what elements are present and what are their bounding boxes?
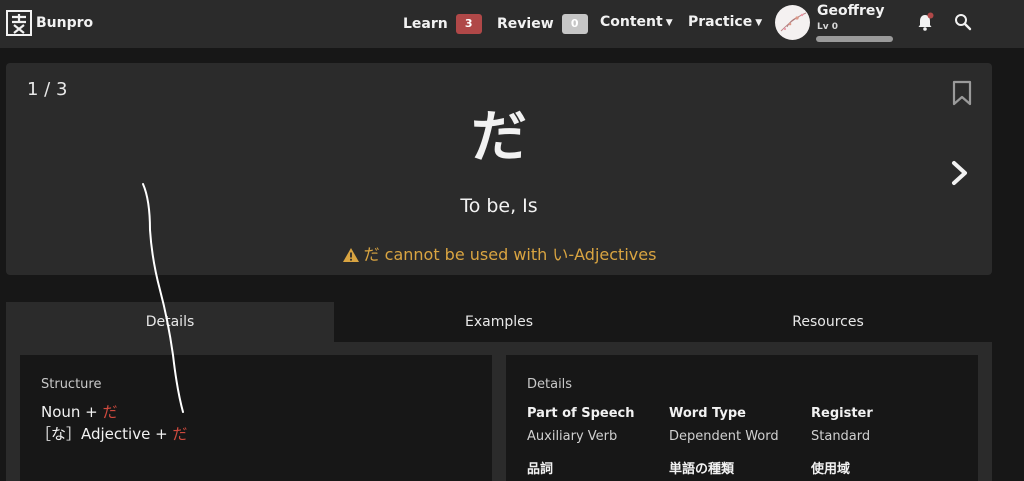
nav-review[interactable]: Review 0: [497, 14, 588, 34]
structure-line-1-text: Noun +: [41, 403, 103, 421]
avatar-image: [780, 12, 807, 32]
xp-progress-bar: [816, 36, 893, 42]
nav-learn-label: Learn: [403, 16, 448, 32]
user-name[interactable]: Geoffrey: [817, 3, 884, 19]
register-value: Standard: [811, 429, 871, 444]
nav-practice-dropdown[interactable]: Practice ▼: [688, 14, 762, 30]
structure-line-2: ［な］Adjective + だ: [36, 423, 187, 444]
details-heading: Details: [527, 377, 573, 392]
part-of-speech-value: Auxiliary Verb: [527, 429, 618, 444]
top-nav: Bunpro Learn 3 Review 0 Content ▼ Practice ▼…: [0, 0, 1024, 48]
bell-icon[interactable]: [915, 12, 935, 32]
review-counter: 1 / 3: [27, 79, 68, 100]
structure-line-2-text: ［な］Adjective +: [36, 425, 173, 443]
user-level: Lv 0: [817, 22, 838, 32]
warning-icon: [342, 248, 359, 262]
details-card: Details Part of Speech Auxiliary Verb 品詞…: [506, 355, 978, 481]
structure-line-2-highlight: だ: [172, 425, 188, 443]
review-count-badge: 0: [561, 14, 588, 34]
word-type-value: Dependent Word: [669, 429, 779, 444]
bunpro-logo-icon[interactable]: [6, 10, 32, 36]
avatar[interactable]: [775, 5, 810, 40]
tab-resources[interactable]: Resources: [664, 302, 992, 343]
learn-count-badge: 3: [455, 14, 482, 34]
register-label-jp: 使用域: [811, 462, 851, 477]
caret-down-icon: ▼: [755, 18, 763, 28]
grammar-point-title: だ: [471, 105, 527, 170]
nav-learn[interactable]: Learn 3: [403, 14, 482, 34]
structure-card: Structure Noun + だ ［な］Adjective + だ: [20, 355, 492, 481]
structure-heading: Structure: [41, 377, 102, 392]
search-icon[interactable]: [953, 12, 973, 32]
word-type-label: Word Type: [669, 406, 746, 421]
nav-practice-label: Practice: [688, 14, 753, 30]
grammar-hero-card: 1 / 3 だ To be, Is だ cannot be used with …: [6, 63, 992, 275]
register-label: Register: [811, 406, 873, 421]
usage-warning-text: だ cannot be used with い-Adjectives: [363, 245, 657, 264]
usage-warning: だ cannot be used with い-Adjectives: [6, 241, 992, 265]
tab-examples[interactable]: Examples: [334, 302, 664, 343]
nav-content-dropdown[interactable]: Content ▼: [600, 14, 673, 30]
caret-down-icon: ▼: [665, 18, 673, 28]
grammar-meaning: To be, Is: [460, 195, 538, 217]
nav-content-label: Content: [600, 14, 663, 30]
brand-name[interactable]: Bunpro: [36, 15, 93, 31]
structure-line-1: Noun + だ: [41, 401, 118, 422]
nav-review-label: Review: [497, 16, 554, 32]
word-type-label-jp: 単語の種類: [669, 462, 735, 477]
chevron-right-icon[interactable]: [948, 159, 972, 187]
tab-details[interactable]: Details: [6, 302, 334, 343]
part-of-speech-label: Part of Speech: [527, 406, 635, 421]
part-of-speech-label-jp: 品詞: [527, 462, 554, 477]
structure-line-1-highlight: だ: [102, 403, 118, 421]
detail-tabs: Details Examples Resources: [6, 302, 992, 343]
